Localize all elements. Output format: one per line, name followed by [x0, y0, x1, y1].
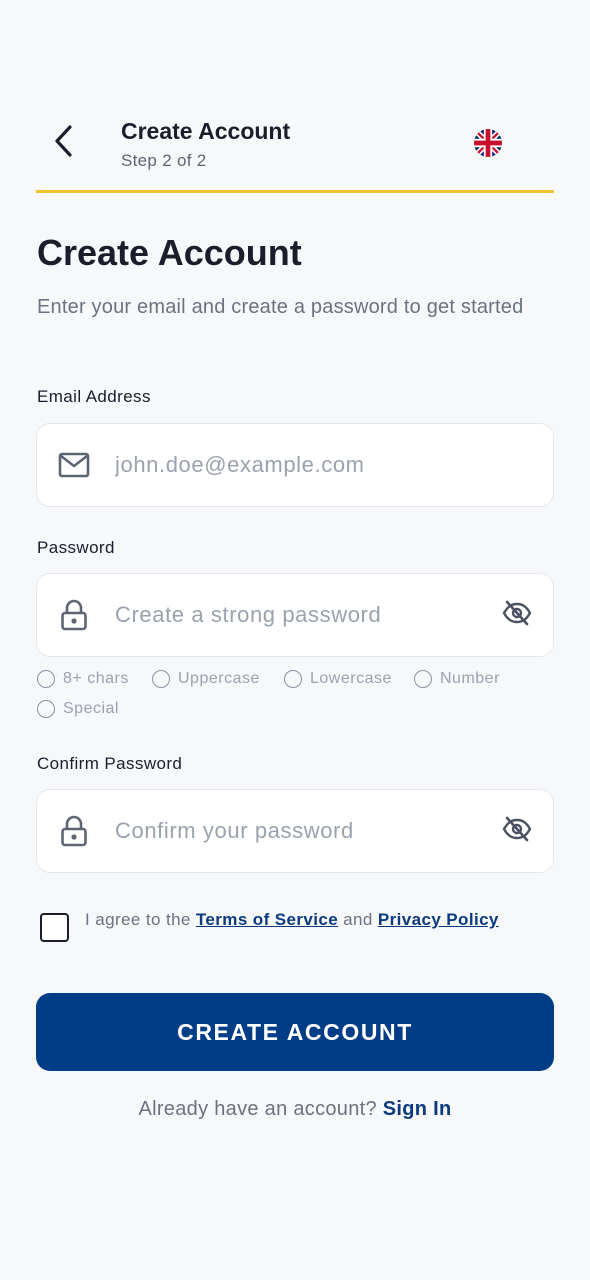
signin-prompt: Already have an account? Sign In: [138, 1098, 452, 1120]
privacy-policy-link[interactable]: Privacy Policy: [378, 910, 499, 929]
uk-flag-icon: [474, 129, 502, 157]
unchecked-circle-icon: [37, 700, 55, 718]
lock-icon: [57, 598, 91, 632]
unchecked-circle-icon: [284, 670, 302, 688]
toggle-confirm-password-visibility[interactable]: [501, 815, 533, 847]
unchecked-circle-icon: [37, 670, 55, 688]
confirm-password-input[interactable]: [115, 790, 489, 872]
confirm-password-field: [36, 789, 554, 873]
terms-checkbox[interactable]: [40, 913, 69, 942]
unchecked-circle-icon: [414, 670, 432, 688]
requirement-special: Special: [37, 700, 119, 718]
unchecked-circle-icon: [152, 670, 170, 688]
email-input[interactable]: [115, 424, 489, 506]
page-subtitle: Enter your email and create a password t…: [37, 296, 524, 318]
password-field: [36, 573, 554, 657]
email-field: [36, 423, 554, 507]
requirement-length: 8+ chars: [37, 670, 129, 688]
eye-off-icon: [502, 600, 532, 631]
header-title: Create Account: [121, 118, 291, 144]
agreement-text: I agree to the Terms of Service and Priv…: [85, 910, 499, 929]
requirement-number: Number: [414, 670, 500, 688]
sign-in-link[interactable]: Sign In: [383, 1098, 452, 1120]
step-indicator: Step 2 of 2: [121, 151, 207, 170]
back-button[interactable]: [46, 122, 80, 164]
lock-icon: [57, 814, 91, 848]
requirement-lowercase: Lowercase: [284, 670, 392, 688]
password-label: Password: [37, 538, 115, 557]
password-input[interactable]: [115, 574, 489, 656]
requirement-uppercase: Uppercase: [152, 670, 260, 688]
email-label: Email Address: [37, 387, 151, 406]
terms-agreement: I agree to the Terms of Service and Priv…: [40, 908, 560, 948]
page-title: Create Account: [37, 232, 302, 273]
progress-bar: [36, 190, 554, 193]
terms-of-service-link[interactable]: Terms of Service: [196, 910, 338, 929]
language-selector[interactable]: [474, 129, 502, 157]
toggle-password-visibility[interactable]: [501, 599, 533, 631]
mail-icon: [57, 448, 91, 482]
chevron-left-icon: [52, 124, 74, 163]
app-header: Create Account Step 2 of 2: [0, 0, 590, 194]
create-account-button[interactable]: CREATE ACCOUNT: [36, 993, 554, 1071]
eye-off-icon: [502, 816, 532, 847]
confirm-password-label: Confirm Password: [37, 754, 183, 773]
